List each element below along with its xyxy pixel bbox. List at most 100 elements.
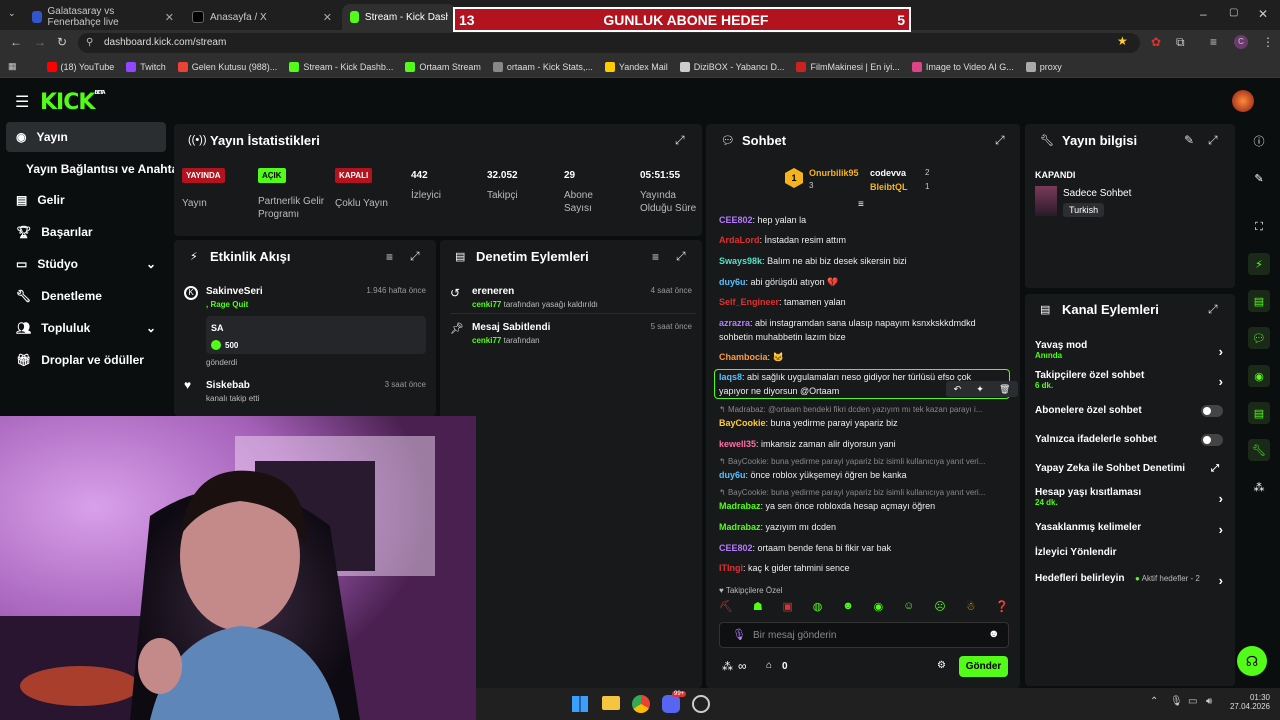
broadcast-icon[interactable]: ◉ (1248, 365, 1270, 387)
media-icon[interactable]: ≡ (1210, 35, 1217, 49)
bookmark-item[interactable]: Ortaam Stream (405, 61, 481, 72)
microphone-icon[interactable]: 🎙︎ (732, 628, 746, 641)
bookmark-item[interactable]: Yandex Mail (604, 61, 668, 72)
chat-bubble-icon[interactable]: 💬︎ (1248, 327, 1270, 349)
wrench-icon[interactable]: 🔧︎ (1248, 439, 1270, 461)
kick-logo[interactable]: KICKBETA (40, 90, 106, 115)
chat-message[interactable]: Self_Engineer: tamamen yalan (719, 296, 846, 308)
help-headset-icon[interactable]: ☊ (1237, 646, 1267, 676)
chat-username[interactable]: Sways98k (719, 256, 762, 266)
reload-icon[interactable]: ↻ (57, 35, 67, 49)
chat-username[interactable]: azrazra (719, 318, 750, 328)
sidebar-item-basarilar[interactable]: 🏆︎ Başarılar (6, 217, 166, 247)
mic-icon[interactable]: 🎙︎ (1170, 696, 1183, 707)
chat-username[interactable]: duy6u (719, 470, 746, 480)
emote-icon[interactable]: ⛏ (719, 600, 733, 616)
browser-tab-1[interactable]: Anasayfa / X ✕ (184, 4, 340, 30)
url-input[interactable]: ⚲ dashboard.kick.com/stream (78, 33, 1140, 53)
site-info-icon[interactable]: ⚲ (86, 33, 93, 53)
emote-icon[interactable]: ☺ (903, 600, 914, 616)
chrome-icon[interactable] (632, 695, 650, 713)
pinned-collapse-icon[interactable]: ≡ (858, 199, 864, 210)
bookmark-item[interactable]: Twitch (126, 61, 166, 72)
discord-icon[interactable] (662, 695, 680, 713)
maximize-icon[interactable]: ▢ (1229, 7, 1238, 18)
emote-icon[interactable]: ◉ (874, 600, 884, 616)
chat-username[interactable]: CEE802 (719, 543, 753, 553)
mod-user[interactable]: ereneren (472, 286, 514, 297)
mod-by[interactable]: cenki77 (472, 300, 501, 309)
delete-icon[interactable]: 🗑︎ (999, 384, 1010, 395)
chat-message[interactable]: Madrabaz: yazıyım mı dcden (719, 521, 836, 533)
file-explorer-icon[interactable] (602, 696, 620, 710)
reply-reference[interactable]: ↰ BayCookie: buna yedirme parayi yapariz… (719, 457, 985, 466)
hamburger-menu-icon[interactable]: ☰ (15, 92, 29, 112)
sidebar-item-droplar[interactable]: 🎁︎ Droplar ve ödüller (6, 345, 166, 375)
bookmark-item[interactable]: proxy (1025, 61, 1062, 72)
gifter-name[interactable]: BleibtQL (870, 182, 908, 192)
bookmark-item[interactable]: DiziBOX - Yabancı D... (679, 61, 784, 72)
community-icon[interactable]: ⁂ (722, 660, 733, 673)
menu-dots-icon[interactable]: ⋮ (1262, 35, 1274, 49)
channel-action-row[interactable]: Abonelere özel sohbet (1035, 405, 1223, 417)
chat-username[interactable]: CEE802 (719, 215, 753, 225)
community-icon[interactable]: ⁂ (1248, 476, 1270, 498)
volume-icon[interactable]: 🔊︎ (1206, 696, 1212, 707)
profile-avatar[interactable]: C (1234, 35, 1248, 49)
close-icon[interactable]: ✕ (323, 11, 332, 24)
document-icon[interactable]: ▤ (1248, 290, 1270, 312)
tray-chevron-icon[interactable]: ⌃ (1150, 696, 1158, 707)
channel-action-row[interactable]: Hedefleri belirleyin ● Aktif hedefler - 2… (1035, 573, 1223, 588)
chat-username[interactable]: kewell35 (719, 439, 756, 449)
channel-action-row[interactable]: Hesap yaşı kısıtlaması 24 dk. › (1035, 487, 1223, 507)
emote-icon[interactable]: ◍ (813, 600, 823, 616)
toggle-switch[interactable] (1201, 405, 1223, 417)
emote-icon[interactable]: ❓ (995, 600, 1009, 616)
emote-icon[interactable]: ☹ (934, 600, 945, 616)
monitor-icon[interactable]: ▭ (1188, 696, 1197, 707)
sidebar-item-gelir[interactable]: ▤ Gelir (6, 185, 166, 215)
chat-message[interactable]: Madrabaz: ya sen önce robloxda hesap açm… (719, 500, 935, 512)
toggle-switch[interactable] (1201, 434, 1223, 446)
channel-action-row[interactable]: İzleyici Yönlendir (1035, 547, 1223, 558)
send-button[interactable]: Gönder (959, 656, 1008, 677)
sidebar-item-studyo[interactable]: ▭ Stüdyo ⌄ (6, 249, 166, 279)
activity-user[interactable]: Siskebab (206, 380, 250, 391)
close-icon[interactable]: ✕ (165, 11, 174, 24)
chat-message[interactable]: ArdaLord: İnstadan resim attım (719, 234, 846, 246)
channel-action-row[interactable]: Takipçilere özel sohbet 6 dk. › (1035, 370, 1223, 390)
sidebar-item-topluluk[interactable]: 👥︎ Topluluk ⌄ (6, 313, 166, 343)
tab-search-icon[interactable]: ⌄ (8, 8, 16, 19)
chat-username[interactable]: Madrabaz (719, 501, 761, 511)
edit-pencil-icon[interactable]: ✎ (1248, 167, 1270, 189)
lightning-icon[interactable]: ⚡︎ (1248, 253, 1270, 275)
bookmark-item[interactable]: Gelen Kutusu (988)... (177, 61, 277, 72)
chat-message[interactable]: Sways98k: Balım ne abi biz desek sikersi… (719, 255, 907, 267)
bookmark-item[interactable]: Stream - Kick Dashb... (289, 61, 393, 72)
chat-username[interactable]: ITIngi (719, 563, 743, 573)
chat-message[interactable]: CEE802: ortaam bende fena bi fikir var b… (719, 542, 891, 554)
gifter-name[interactable]: codevva (870, 168, 906, 178)
emote-icon[interactable]: ☃ (966, 600, 976, 616)
chat-message[interactable]: kewell35: imkansiz zaman alir diyorsun y… (719, 438, 896, 450)
extensions-puzzle-icon[interactable]: ⧉ (1176, 35, 1185, 50)
mod-by[interactable]: cenki77 (472, 336, 501, 345)
stream-category[interactable]: Sadece Sohbet (1063, 188, 1131, 199)
bookmark-star-icon[interactable]: ★ (1117, 34, 1128, 48)
expand-icon[interactable]: ⤢ (1208, 133, 1218, 148)
expand-icon[interactable]: ⤢ (675, 133, 685, 148)
apps-grid-icon[interactable]: ▦ (8, 61, 17, 72)
channel-icon[interactable]: ▤ (1248, 402, 1270, 424)
edit-pencil-icon[interactable]: ✎ (1184, 133, 1194, 147)
chat-message[interactable]: CEE802: hep yalan la (719, 214, 806, 226)
chat-username[interactable]: Chambocia (719, 352, 768, 362)
channel-action-row[interactable]: Yapay Zeka ile Sohbet Denetimi ⤢ (1035, 463, 1223, 474)
emoji-icon[interactable]: ☻ (988, 628, 1000, 640)
reply-reference[interactable]: ↰ Madrabaz: @ortaam bendeki fikri dcden … (719, 405, 982, 414)
chat-username[interactable]: duy6u (719, 277, 746, 287)
expand-icon[interactable]: ⤢ (1208, 302, 1218, 317)
chat-message[interactable]: sohbetin muhabbetin lazım bize (719, 331, 846, 343)
chat-message[interactable]: ITIngi: kaç k gider tahmini sence (719, 562, 850, 574)
bookmark-item[interactable]: FilmMakinesi | En iyi... (796, 61, 900, 72)
extension-icon[interactable]: ✿ (1151, 35, 1161, 49)
